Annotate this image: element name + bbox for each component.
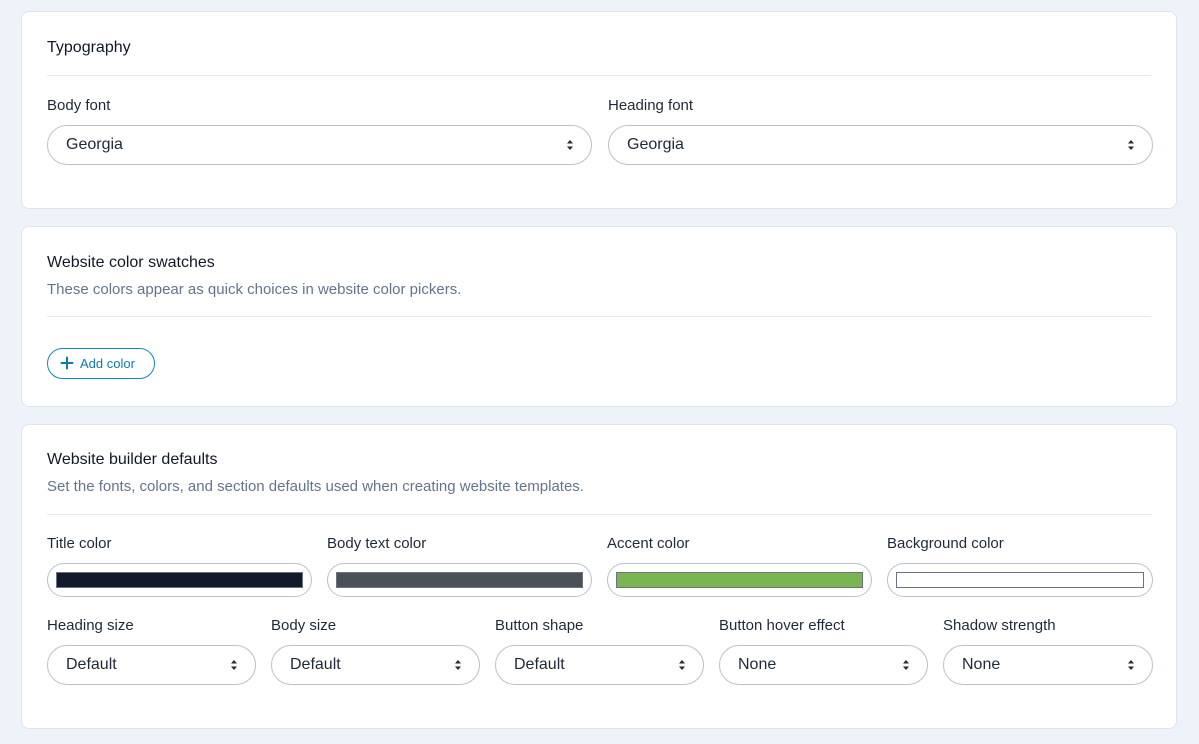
body-font-label: Body font (47, 97, 111, 114)
builder-divider (47, 514, 1151, 515)
builder-title: Website builder defaults (47, 451, 218, 468)
swatches-description: These colors appear as quick choices in … (47, 281, 462, 298)
sort-caret-icon (567, 140, 573, 150)
title-color-field[interactable] (47, 563, 312, 597)
body-text-color-field[interactable] (327, 563, 592, 597)
sort-caret-icon (455, 660, 461, 670)
button-hover-effect-select[interactable]: None (719, 645, 928, 685)
add-color-button[interactable]: Add color (47, 348, 155, 379)
sort-caret-icon (903, 660, 909, 670)
background-color-label: Background color (887, 535, 1004, 552)
sort-caret-icon (679, 660, 685, 670)
accent-color-field[interactable] (607, 563, 872, 597)
heading-size-select[interactable]: Default (47, 645, 256, 685)
accent-color-label: Accent color (607, 535, 690, 552)
background-color-swatch (896, 572, 1144, 588)
swatches-title: Website color swatches (47, 254, 215, 271)
body-font-select[interactable]: Georgia (47, 125, 592, 165)
title-color-swatch (56, 572, 303, 588)
button-shape-value: Default (514, 656, 565, 673)
button-hover-effect-value: None (738, 656, 777, 673)
swatches-divider (47, 316, 1151, 317)
color-swatches-card: Website color swatches These colors appe… (21, 226, 1177, 407)
body-size-value: Default (290, 656, 341, 673)
sort-caret-icon (1128, 660, 1134, 670)
typography-card: Typography Body font Georgia Heading fon… (21, 11, 1177, 209)
typography-divider (47, 75, 1151, 76)
body-text-color-swatch (336, 572, 583, 588)
button-shape-label: Button shape (495, 617, 584, 634)
button-hover-effect-label: Button hover effect (719, 617, 845, 634)
background-color-field[interactable] (887, 563, 1153, 597)
body-font-value: Georgia (66, 136, 123, 153)
body-text-color-label: Body text color (327, 535, 427, 552)
heading-size-value: Default (66, 656, 117, 673)
shadow-strength-label: Shadow strength (943, 617, 1056, 634)
shadow-strength-select[interactable]: None (943, 645, 1153, 685)
typography-title: Typography (47, 39, 131, 56)
body-size-label: Body size (271, 617, 337, 634)
heading-font-value: Georgia (627, 136, 684, 153)
title-color-label: Title color (47, 535, 112, 552)
sort-caret-icon (1128, 140, 1134, 150)
heading-size-label: Heading size (47, 617, 134, 634)
body-size-select[interactable]: Default (271, 645, 480, 685)
accent-color-swatch (616, 572, 863, 588)
heading-font-label: Heading font (608, 97, 694, 114)
builder-description: Set the fonts, colors, and section defau… (47, 478, 584, 495)
button-shape-select[interactable]: Default (495, 645, 704, 685)
builder-defaults-card: Website builder defaults Set the fonts, … (21, 424, 1177, 729)
heading-font-select[interactable]: Georgia (608, 125, 1153, 165)
plus-icon (60, 356, 74, 370)
sort-caret-icon (231, 660, 237, 670)
add-color-label: Add color (80, 356, 135, 371)
shadow-strength-value: None (962, 656, 1001, 673)
